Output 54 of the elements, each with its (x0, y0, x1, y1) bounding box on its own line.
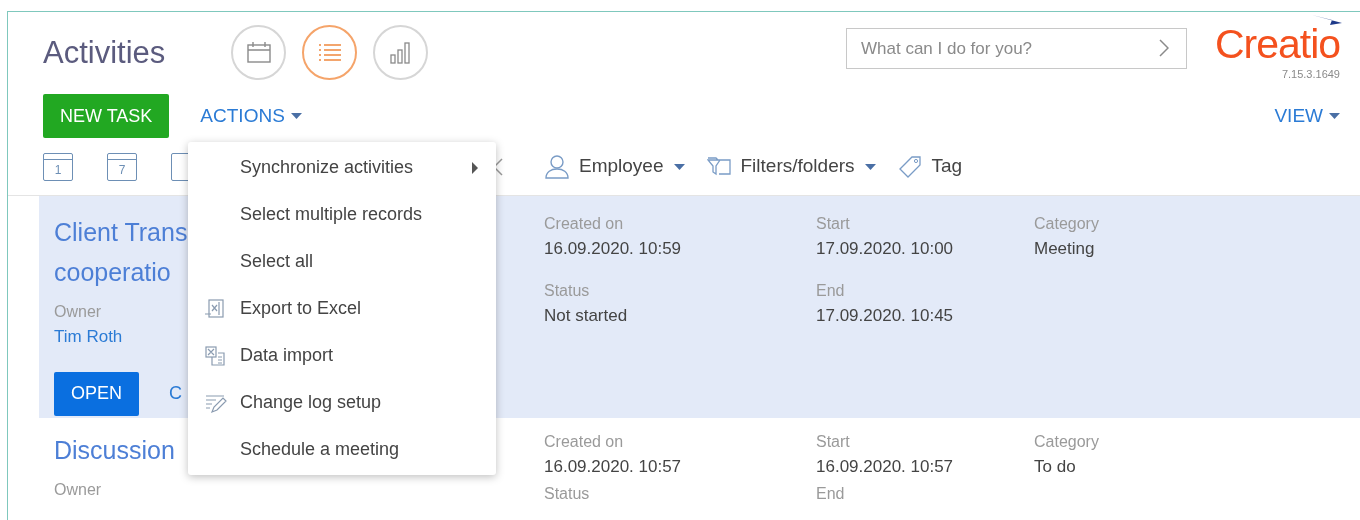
field-value: To do (1034, 456, 1077, 478)
tag-icon (897, 154, 922, 179)
calendar-icon (246, 41, 271, 64)
field-value: 17.09.2020. 10:00 (816, 238, 955, 260)
page-title: Activities (43, 34, 167, 72)
bar-chart-view-button[interactable] (373, 25, 428, 80)
field-label: Category (1034, 432, 1100, 452)
field-value: 16.09.2020. 10:57 (544, 456, 683, 478)
field-label: Created on (544, 214, 625, 234)
actions-dropdown[interactable]: ACTIONS (200, 101, 302, 131)
list-view-button[interactable] (302, 25, 357, 80)
field-label: Owner (54, 302, 102, 322)
field-label: Start (816, 214, 851, 234)
field-label: Category (1034, 214, 1100, 234)
field-label: End (816, 280, 846, 301)
field-value: 17.09.2020. 10:45 (816, 304, 955, 327)
caret-icon (673, 163, 685, 170)
person-icon (545, 154, 569, 179)
menu-item[interactable]: Synchronize activities (188, 144, 496, 191)
field-value: Meeting (1034, 238, 1096, 260)
owner-link[interactable]: Tim Roth (54, 324, 123, 350)
menu-item[interactable]: Export to Excel (188, 285, 496, 332)
tag-filter[interactable]: Tag (897, 152, 963, 181)
field-label: Status (544, 280, 591, 301)
row-action-button[interactable]: C (169, 380, 182, 407)
caret-icon (864, 163, 876, 170)
menu-item[interactable]: Data import (188, 332, 496, 379)
view-dropdown[interactable]: VIEW (1274, 101, 1340, 131)
chevron-left-icon[interactable] (493, 157, 503, 176)
caret-icon (290, 113, 302, 119)
bar-chart-icon (388, 41, 413, 64)
field-label: Status (544, 483, 591, 504)
field-label: Owner (54, 480, 102, 500)
field-value: 16.09.2020. 10:57 (816, 456, 955, 478)
spreadsheet-import-icon (204, 344, 228, 367)
menu-item[interactable]: Select all (188, 238, 496, 285)
chevron-right-icon[interactable] (1159, 39, 1169, 57)
submenu-arrow-icon (472, 161, 478, 174)
search-field[interactable]: What can I do for you? (846, 28, 1187, 69)
caret-icon (1329, 113, 1340, 119)
person-filter[interactable]: Employee (545, 152, 685, 181)
field-value: Not started (544, 304, 629, 327)
calendar-view-button[interactable] (231, 25, 286, 80)
menu-item[interactable]: Schedule a meeting (188, 426, 496, 473)
list-icon (317, 41, 342, 64)
open-button[interactable]: OPEN (54, 371, 139, 416)
field-label: Start (816, 432, 851, 452)
field-label: End (816, 483, 846, 504)
funnel-folder-filter[interactable]: Filters/folders (706, 152, 876, 181)
field-value: 16.09.2020. 10:59 (544, 238, 683, 260)
version-text: 7.15.3.1649 (1281, 67, 1340, 82)
field-label: Created on (544, 432, 625, 452)
calendar-day-button[interactable]: 1 (43, 152, 73, 181)
logo: Creatio (1215, 22, 1340, 66)
